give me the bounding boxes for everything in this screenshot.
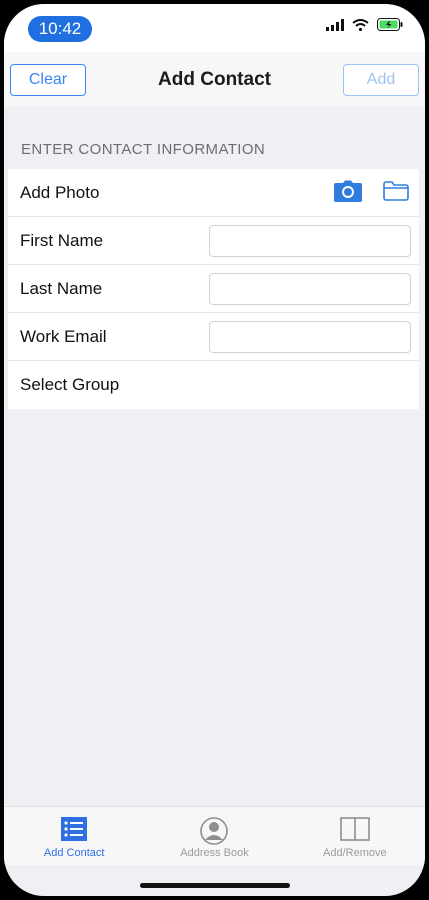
signal-icon	[326, 18, 344, 36]
select-group-row[interactable]: Select Group	[8, 361, 419, 409]
list-icon	[61, 817, 88, 846]
add-photo-row: Add Photo	[8, 169, 419, 217]
first-name-input[interactable]	[209, 225, 411, 257]
status-icons	[326, 18, 403, 36]
tab-add-contact[interactable]: Add Contact	[4, 807, 144, 865]
add-button[interactable]: Add	[343, 64, 419, 96]
folder-icon[interactable]	[383, 180, 409, 206]
status-time: 10:42	[28, 16, 92, 42]
navigation-bar: Clear Add Contact Add	[4, 52, 425, 106]
book-icon	[340, 817, 370, 846]
last-name-label: Last Name	[20, 279, 103, 298]
first-name-label: First Name	[20, 231, 104, 250]
section-header: ENTER CONTACT INFORMATION	[21, 141, 266, 158]
last-name-input[interactable]	[209, 273, 411, 305]
tab-bar: Add Contact Address Book Add/Remove	[4, 806, 425, 865]
select-group-label: Select Group	[20, 375, 120, 394]
tab-address-book-label: Address Book	[180, 847, 249, 859]
wifi-icon	[352, 18, 369, 36]
first-name-row: First Name	[8, 217, 419, 265]
status-bar: 10:42	[4, 4, 425, 52]
add-photo-label: Add Photo	[20, 183, 100, 202]
work-email-label: Work Email	[20, 327, 107, 346]
phone-screen: 10:42 Clear Add Contact Add ENTER CONTAC…	[4, 4, 425, 896]
person-icon	[200, 817, 229, 850]
tab-add-remove-label: Add/Remove	[323, 847, 387, 859]
tab-add-contact-label: Add Contact	[43, 847, 105, 859]
clear-button[interactable]: Clear	[10, 64, 86, 96]
home-indicator[interactable]	[140, 883, 290, 888]
camera-icon[interactable]	[333, 180, 363, 207]
battery-icon	[377, 18, 403, 36]
tab-add-remove[interactable]: Add/Remove	[285, 807, 425, 865]
last-name-row: Last Name	[8, 265, 419, 313]
tab-address-book[interactable]: Address Book	[144, 807, 284, 865]
photo-actions	[333, 169, 409, 217]
work-email-row: Work Email	[8, 313, 419, 361]
contact-form: Add Photo First Name Last Name Work Emai…	[8, 169, 419, 409]
work-email-input[interactable]	[209, 321, 411, 353]
